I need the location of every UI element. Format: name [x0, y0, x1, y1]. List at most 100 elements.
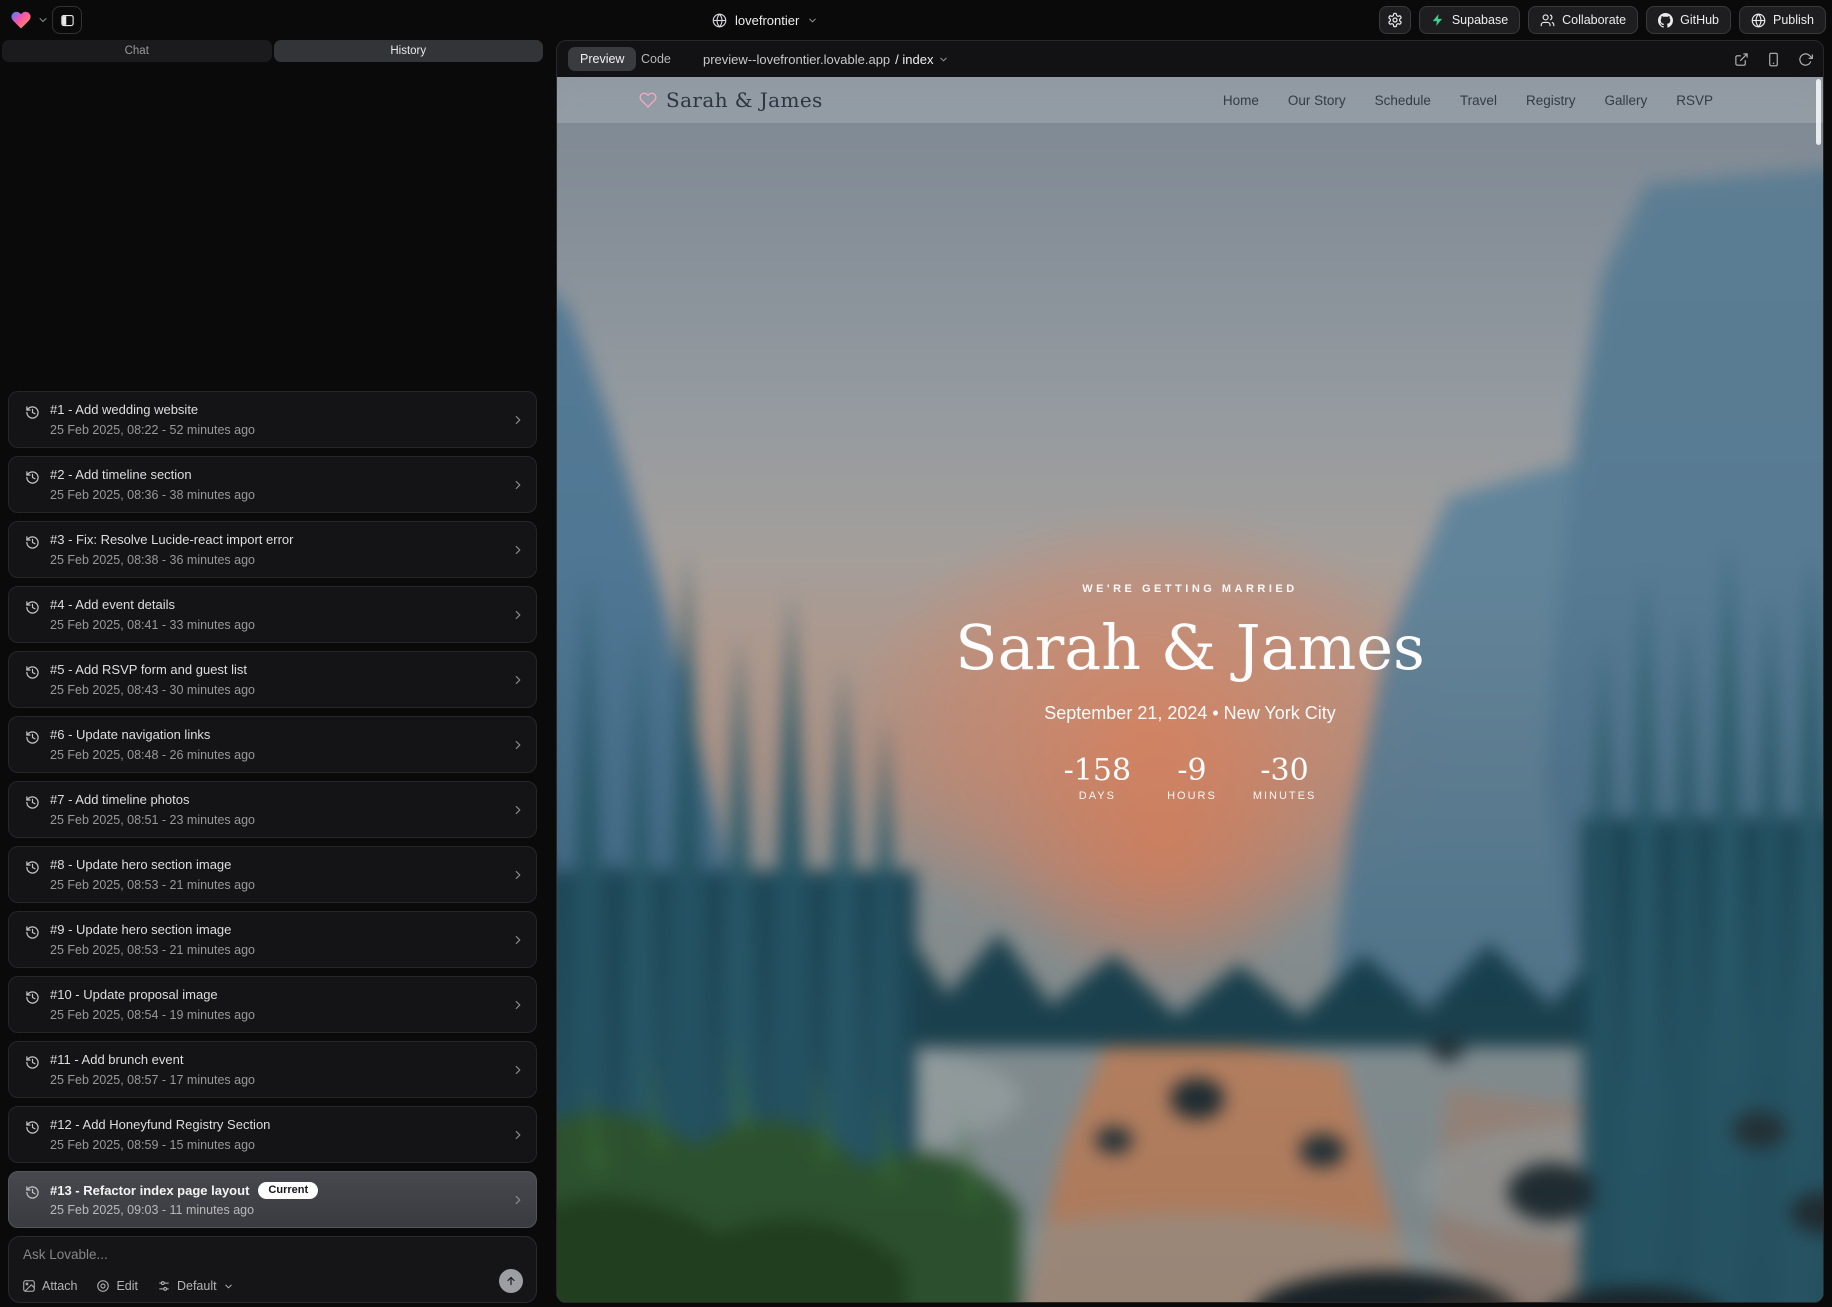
history-item-12[interactable]: #12 - Add Honeyfund Registry Section 25 … — [8, 1106, 537, 1163]
nav-link-rsvp[interactable]: RSVP — [1676, 93, 1713, 108]
site-header: Sarah & James Home Our Story Schedule Tr… — [557, 77, 1823, 123]
history-item-title: #13 - Refactor index page layout — [50, 1183, 249, 1198]
chevron-right-icon — [511, 868, 525, 882]
topbar-actions: Supabase Collaborate GitHub Publish — [1379, 6, 1826, 34]
github-label: GitHub — [1680, 13, 1719, 27]
history-item-10[interactable]: #10 - Update proposal image 25 Feb 2025,… — [8, 976, 537, 1033]
history-item-time: 25 Feb 2025, 08:53 - 21 minutes ago — [50, 943, 255, 957]
history-item-7[interactable]: #7 - Add timeline photos 25 Feb 2025, 08… — [8, 781, 537, 838]
sidebar-tabs: Chat History — [2, 40, 543, 62]
chevron-right-icon — [511, 608, 525, 622]
history-item-time: 25 Feb 2025, 08:54 - 19 minutes ago — [50, 1008, 255, 1022]
tab-preview[interactable]: Preview — [568, 47, 636, 71]
history-item-title: #4 - Add event details — [50, 597, 175, 612]
external-link-icon[interactable] — [1734, 52, 1749, 67]
current-badge: Current — [258, 1182, 318, 1199]
gear-icon — [1387, 12, 1403, 28]
nav-link-registry[interactable]: Registry — [1526, 93, 1576, 108]
chevron-right-icon — [511, 478, 525, 492]
preview-url-path: / index — [895, 52, 933, 67]
settings-button[interactable] — [1379, 6, 1411, 34]
publish-button[interactable]: Publish — [1739, 6, 1826, 34]
history-item-1[interactable]: #1 - Add wedding website 25 Feb 2025, 08… — [8, 391, 537, 448]
hero-eyebrow: WE'RE GETTING MARRIED — [557, 583, 1823, 595]
history-item-3[interactable]: #3 - Fix: Resolve Lucide-react import er… — [8, 521, 537, 578]
history-item-6[interactable]: #6 - Update navigation links 25 Feb 2025… — [8, 716, 537, 773]
ask-lovable-input[interactable] — [23, 1247, 443, 1262]
edit-label: Edit — [116, 1279, 138, 1293]
supabase-label: Supabase — [1452, 13, 1508, 27]
history-item-title: #3 - Fix: Resolve Lucide-react import er… — [50, 532, 293, 547]
nav-link-gallery[interactable]: Gallery — [1604, 93, 1647, 108]
countdown-minutes-value: -30 — [1253, 756, 1317, 786]
preview-url-selector[interactable]: preview--lovefrontier.lovable.app / inde… — [703, 47, 949, 71]
nav-link-schedule[interactable]: Schedule — [1375, 93, 1431, 108]
chevron-right-icon — [511, 803, 525, 817]
chat-input-actions: Attach Edit Default — [22, 1279, 234, 1293]
history-item-time: 25 Feb 2025, 08:59 - 15 minutes ago — [50, 1138, 255, 1152]
countdown-hours-value: -9 — [1167, 756, 1217, 786]
site-logo[interactable]: Sarah & James — [639, 88, 823, 112]
tab-chat[interactable]: Chat — [2, 40, 272, 62]
history-item-time: 25 Feb 2025, 08:53 - 21 minutes ago — [50, 878, 255, 892]
app-topbar: lovefrontier Supabase Collaborate GitHub… — [0, 0, 1832, 40]
chevron-down-icon — [807, 15, 818, 26]
history-item-time: 25 Feb 2025, 08:57 - 17 minutes ago — [50, 1073, 255, 1087]
panel-left-icon — [60, 13, 75, 28]
tab-code[interactable]: Code — [641, 47, 671, 71]
tab-history[interactable]: History — [274, 40, 544, 62]
nav-link-our-story[interactable]: Our Story — [1288, 93, 1346, 108]
history-icon — [25, 795, 40, 810]
lovable-logo-menu[interactable] — [10, 0, 49, 40]
preview-panel: Preview Code preview--lovefrontier.lovab… — [556, 40, 1824, 1303]
chevron-right-icon — [511, 998, 525, 1012]
iframe-scrollbar-thumb[interactable] — [1816, 79, 1821, 145]
github-button[interactable]: GitHub — [1646, 6, 1731, 34]
history-item-title: #6 - Update navigation links — [50, 727, 210, 742]
chevron-right-icon — [511, 1193, 525, 1207]
history-item-time: 25 Feb 2025, 08:36 - 38 minutes ago — [50, 488, 255, 502]
history-item-5[interactable]: #5 - Add RSVP form and guest list 25 Feb… — [8, 651, 537, 708]
project-selector[interactable]: lovefrontier — [712, 0, 818, 40]
smartphone-icon[interactable] — [1766, 52, 1781, 67]
refresh-icon[interactable] — [1798, 52, 1813, 67]
history-item-2[interactable]: #2 - Add timeline section 25 Feb 2025, 0… — [8, 456, 537, 513]
chevron-right-icon — [511, 1063, 525, 1077]
history-item-4[interactable]: #4 - Add event details 25 Feb 2025, 08:4… — [8, 586, 537, 643]
history-item-title: #2 - Add timeline section — [50, 467, 192, 482]
nav-link-travel[interactable]: Travel — [1460, 93, 1497, 108]
history-item-13-current[interactable]: #13 - Refactor index page layout Current… — [8, 1171, 537, 1228]
history-icon — [25, 730, 40, 745]
mode-select[interactable]: Default — [157, 1279, 234, 1293]
supabase-button[interactable]: Supabase — [1419, 6, 1520, 34]
users-icon — [1540, 13, 1555, 28]
countdown-days-label: DAYS — [1064, 790, 1131, 802]
tab-preview-label: Preview — [580, 52, 624, 66]
edit-button[interactable]: Edit — [96, 1279, 138, 1293]
history-item-9[interactable]: #9 - Update hero section image 25 Feb 20… — [8, 911, 537, 968]
tab-chat-label: Chat — [125, 45, 149, 57]
github-icon — [1658, 13, 1673, 28]
chevron-right-icon — [511, 673, 525, 687]
history-item-11[interactable]: #11 - Add brunch event 25 Feb 2025, 08:5… — [8, 1041, 537, 1098]
history-item-time: 25 Feb 2025, 08:43 - 30 minutes ago — [50, 683, 255, 697]
project-name: lovefrontier — [735, 13, 799, 28]
history-item-title: #5 - Add RSVP form and guest list — [50, 662, 247, 677]
nav-link-home[interactable]: Home — [1223, 93, 1259, 108]
history-list: #1 - Add wedding website 25 Feb 2025, 08… — [8, 391, 537, 1228]
collaborate-label: Collaborate — [1562, 13, 1626, 27]
lovable-heart-icon — [10, 9, 32, 31]
history-item-title: #7 - Add timeline photos — [50, 792, 189, 807]
bolt-icon — [1431, 13, 1445, 27]
countdown-hours-label: HOURS — [1167, 790, 1217, 802]
chevron-down-icon — [223, 1281, 234, 1292]
attach-button[interactable]: Attach — [22, 1279, 77, 1293]
send-button[interactable] — [499, 1269, 523, 1293]
target-icon — [96, 1279, 110, 1293]
history-icon — [25, 600, 40, 615]
collaborate-button[interactable]: Collaborate — [1528, 6, 1638, 34]
history-item-8[interactable]: #8 - Update hero section image 25 Feb 20… — [8, 846, 537, 903]
sidebar-toggle-button[interactable] — [52, 6, 82, 34]
history-item-title: #9 - Update hero section image — [50, 922, 231, 937]
history-icon — [25, 1120, 40, 1135]
